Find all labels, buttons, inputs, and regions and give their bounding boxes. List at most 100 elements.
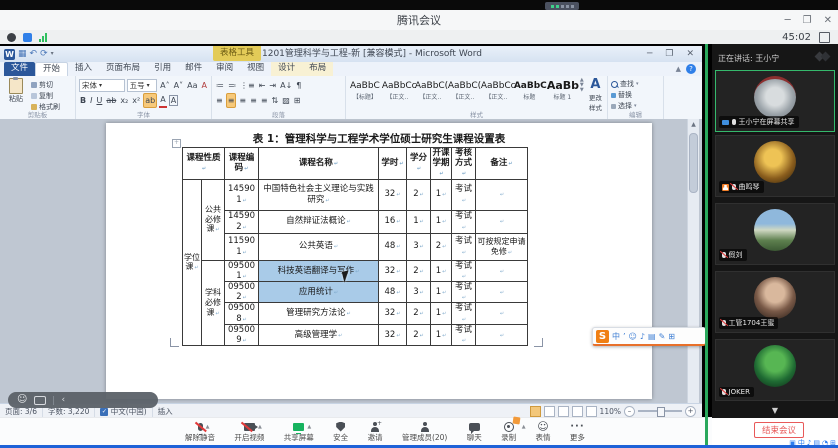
style-gallery-scroll[interactable]: ▲▼▼ bbox=[580, 78, 584, 93]
cell-credits[interactable]: 3 bbox=[407, 233, 431, 260]
word-minimize-icon[interactable]: ─ bbox=[647, 49, 652, 59]
header-note[interactable]: 备注 bbox=[476, 148, 528, 180]
scrollbar-thumb[interactable] bbox=[689, 133, 698, 193]
header-assessment[interactable]: 考核方式 bbox=[452, 148, 476, 180]
tab-mailings[interactable]: 邮件 bbox=[178, 62, 209, 76]
font-color-icon[interactable]: A bbox=[159, 93, 166, 108]
tab-file[interactable]: 文件 bbox=[4, 62, 35, 76]
cell-semester[interactable]: 2 bbox=[431, 233, 452, 260]
replace-button[interactable]: 替换 bbox=[611, 90, 660, 100]
cell-name-highlighted[interactable]: 应用统计 bbox=[259, 281, 379, 302]
decrease-indent-icon[interactable]: ⇤ bbox=[258, 79, 267, 92]
cell-semester[interactable]: 1 bbox=[431, 303, 452, 324]
multilevel-list-icon[interactable]: ⋮≡ bbox=[239, 79, 256, 92]
restore-icon[interactable]: ❐ bbox=[803, 15, 812, 26]
find-button[interactable]: 查找▾ bbox=[611, 79, 660, 89]
insert-mode[interactable]: 插入 bbox=[153, 406, 178, 417]
cell-name[interactable]: 公共英语 bbox=[259, 233, 379, 260]
table-move-handle-icon[interactable]: + bbox=[172, 139, 181, 148]
style-item[interactable]: AaBbC(【正文.. bbox=[414, 78, 447, 102]
bullets-icon[interactable]: ≔ bbox=[215, 79, 225, 92]
close-icon[interactable]: ✕ bbox=[824, 15, 832, 26]
table-tools-context-tab[interactable]: 表格工具 bbox=[213, 46, 261, 61]
grow-font-icon[interactable]: A˄ bbox=[159, 79, 170, 92]
chat-button[interactable]: 聊天 bbox=[467, 419, 482, 445]
style-item[interactable]: AaBbCc【正文.. bbox=[381, 78, 414, 102]
video-options-caret-icon[interactable]: ▲ bbox=[258, 424, 262, 430]
tab-layout[interactable]: 布局 bbox=[302, 62, 333, 76]
tab-home[interactable]: 开始 bbox=[35, 62, 68, 76]
cell-credits[interactable]: 2 bbox=[407, 260, 431, 281]
scroll-participants-icon[interactable]: ▼ bbox=[712, 406, 838, 415]
cell-hours[interactable]: 32 bbox=[379, 260, 407, 281]
align-left-icon[interactable]: ≡ bbox=[215, 94, 224, 107]
sogou-logo-icon[interactable]: S bbox=[596, 330, 609, 343]
cell-name[interactable]: 自然辩证法概论 bbox=[259, 210, 379, 233]
shrink-font-icon[interactable]: A˅ bbox=[173, 79, 184, 92]
tab-view[interactable]: 视图 bbox=[240, 62, 271, 76]
help-icon[interactable]: ? bbox=[686, 64, 696, 74]
numbering-icon[interactable]: ≕ bbox=[227, 79, 237, 92]
character-border-icon[interactable]: A bbox=[169, 95, 178, 106]
superscript-icon[interactable]: x² bbox=[131, 94, 141, 107]
reactions-pill[interactable]: ☺ ‹ bbox=[8, 392, 158, 408]
punctuation-icon[interactable]: ’ bbox=[623, 330, 626, 343]
shading-icon[interactable]: ▨ bbox=[281, 94, 291, 107]
clear-formatting-icon[interactable]: A bbox=[201, 79, 208, 92]
participant-tile[interactable]: 王小宁在屏幕共享 bbox=[715, 70, 835, 132]
cell-hours[interactable]: 16 bbox=[379, 210, 407, 233]
chinese-mode-icon[interactable]: 中 bbox=[612, 330, 620, 343]
cell-credits[interactable]: 2 bbox=[407, 303, 431, 324]
end-meeting-button[interactable]: 结束会议 bbox=[754, 422, 804, 438]
cell-hours[interactable]: 32 bbox=[379, 179, 407, 210]
cell-code[interactable]: 095008 bbox=[225, 303, 259, 324]
cell-assessment[interactable]: 考试 bbox=[452, 303, 476, 324]
scroll-up-icon[interactable]: ▲ bbox=[688, 119, 699, 131]
security-button[interactable]: 安全 bbox=[333, 419, 348, 445]
cell-note[interactable] bbox=[476, 303, 528, 324]
soft-keyboard-icon[interactable]: ▤ bbox=[648, 330, 656, 343]
document-canvas[interactable]: 表 1：管理科学与工程学术学位硕士研究生课程设置表 + 课程性质 课程编码 课程… bbox=[0, 119, 702, 403]
cell-assessment[interactable]: 考试 bbox=[452, 324, 476, 345]
web-layout-view-icon[interactable] bbox=[558, 406, 569, 417]
tab-insert[interactable]: 插入 bbox=[68, 62, 99, 76]
subscript-icon[interactable]: x₂ bbox=[119, 94, 129, 107]
style-item[interactable]: AaBbC标题 bbox=[513, 78, 546, 102]
cell-assessment[interactable]: 考试 bbox=[452, 210, 476, 233]
share-screen-button[interactable]: ▲ 共享屏幕 bbox=[284, 419, 314, 445]
bold-icon[interactable]: B bbox=[79, 94, 87, 107]
redo-icon[interactable]: ⟳ bbox=[40, 49, 48, 59]
start-video-button[interactable]: ▲ 开启视频 bbox=[234, 419, 264, 445]
share-options-caret-icon[interactable]: ▲ bbox=[307, 424, 311, 430]
cell-assessment[interactable]: 考试 bbox=[452, 179, 476, 210]
fullscreen-icon[interactable] bbox=[819, 32, 830, 43]
course-table[interactable]: 课程性质 课程编码 课程名称 学时 学分 开课学期 考核方式 备注 学位课 公共… bbox=[182, 147, 528, 346]
cell-note[interactable]: 可按规定申请免修 bbox=[476, 233, 528, 260]
header-semester[interactable]: 开课学期 bbox=[431, 148, 452, 180]
zoom-thumb[interactable] bbox=[657, 407, 665, 417]
participant-tile[interactable]: 工管1704王蜜 bbox=[715, 271, 835, 333]
participant-tile[interactable]: 曲鸣琴 bbox=[715, 135, 835, 197]
align-right-icon[interactable]: ≡ bbox=[238, 94, 247, 107]
font-name-select[interactable]: 宋体▾ bbox=[79, 79, 125, 92]
borders-icon[interactable]: ⊞ bbox=[293, 94, 302, 107]
show-marks-icon[interactable]: ¶ bbox=[295, 79, 302, 92]
participant-tile[interactable]: 假刘 bbox=[715, 203, 835, 265]
paste-button[interactable]: 粘贴 bbox=[3, 78, 29, 112]
participant-tile[interactable]: JOKER bbox=[715, 339, 835, 401]
word-restore-icon[interactable]: ❐ bbox=[665, 49, 673, 59]
undo-icon[interactable]: ↶ bbox=[30, 49, 38, 59]
cell-code[interactable]: 095002 bbox=[225, 281, 259, 302]
minimize-icon[interactable]: ─ bbox=[785, 15, 791, 26]
tab-references[interactable]: 引用 bbox=[147, 62, 178, 76]
cell-semester[interactable]: 1 bbox=[431, 179, 452, 210]
header-code[interactable]: 课程编码 bbox=[225, 148, 259, 180]
cell-category[interactable]: 学位课 bbox=[183, 179, 202, 346]
style-item[interactable]: AaBb标题 1 bbox=[546, 78, 579, 102]
record-options-caret-icon[interactable]: ▲ bbox=[522, 424, 526, 430]
cell-credits[interactable]: 2 bbox=[407, 324, 431, 345]
tab-page-layout[interactable]: 页面布局 bbox=[99, 62, 147, 76]
reaction-smiley-icon[interactable]: ☺ bbox=[17, 393, 27, 407]
underline-icon[interactable]: U bbox=[95, 94, 103, 107]
cell-assessment[interactable]: 考试 bbox=[452, 233, 476, 260]
